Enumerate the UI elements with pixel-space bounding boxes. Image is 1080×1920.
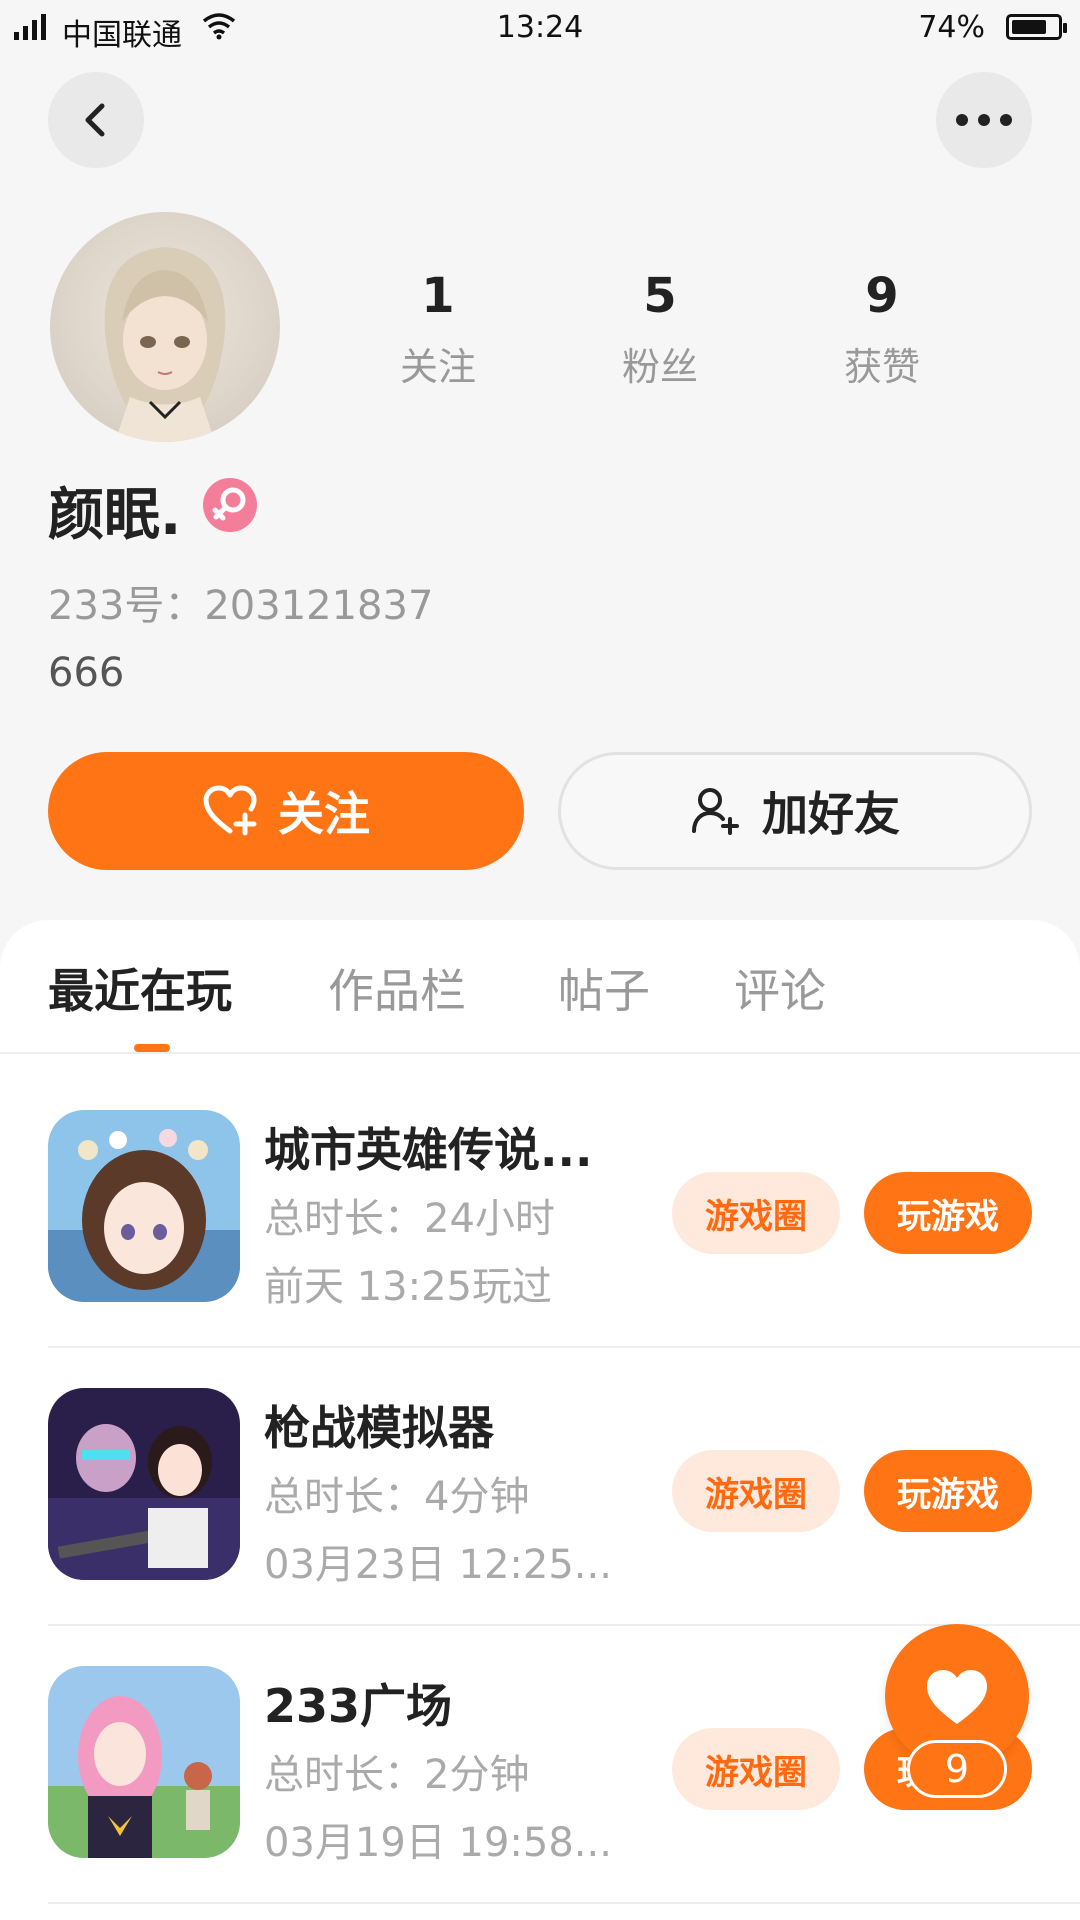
stat-following-count: 1: [421, 268, 455, 324]
game-last-played: 前天 13:25玩过: [264, 1264, 552, 1310]
more-button[interactable]: [936, 72, 1032, 168]
tab-comments[interactable]: 评论: [734, 955, 826, 1021]
follow-button-label: 关注: [278, 787, 370, 841]
game-title: 城市英雄传说...: [264, 1123, 593, 1177]
tab-bar: 最近在玩 作品栏 帖子 评论: [0, 955, 1080, 1055]
game-duration: 总时长：24小时: [264, 1196, 555, 1242]
stat-fans-count: 5: [643, 268, 677, 324]
heart-plus-icon: [203, 785, 257, 836]
stat-fans-label: 粉丝: [621, 345, 698, 389]
game-duration: 总时长：2分钟: [264, 1752, 530, 1798]
status-bar: 中国联通 13:24 74%: [0, 0, 1080, 56]
user-id: 233号：203121837: [48, 583, 434, 629]
stat-likes[interactable]: 9 获赞: [792, 268, 972, 391]
row-divider: [48, 1902, 1080, 1904]
add-friend-button-label: 加好友: [762, 787, 900, 841]
add-friend-button[interactable]: 加好友: [558, 752, 1032, 870]
game-title: 233广场: [264, 1679, 453, 1733]
tab-divider: [0, 1052, 1080, 1054]
tab-posts[interactable]: 帖子: [558, 955, 650, 1021]
tab-recent-played[interactable]: 最近在玩: [48, 955, 232, 1021]
stat-following-label: 关注: [399, 345, 476, 389]
game-icon[interactable]: [48, 1666, 240, 1858]
battery-percent: 74%: [918, 10, 985, 45]
chevron-left-icon: [85, 103, 105, 137]
game-circle-button[interactable]: 游戏圈: [672, 1728, 840, 1810]
game-circle-button[interactable]: 游戏圈: [672, 1172, 840, 1254]
game-icon[interactable]: [48, 1388, 240, 1580]
game-circle-button[interactable]: 游戏圈: [672, 1450, 840, 1532]
back-button[interactable]: [48, 72, 144, 168]
avatar[interactable]: [50, 212, 280, 442]
play-game-button[interactable]: 玩游戏: [864, 1172, 1032, 1254]
stat-likes-count: 9: [865, 268, 899, 324]
stat-likes-label: 获赞: [843, 345, 920, 389]
game-last-played: 03月23日 12:25...: [264, 1542, 612, 1588]
game-duration: 总时长：4分钟: [264, 1474, 530, 1520]
female-gender-icon: [203, 478, 257, 532]
battery-icon: [1006, 14, 1067, 40]
stat-following[interactable]: 1 关注: [348, 268, 528, 391]
more-dots-icon: [956, 114, 1012, 126]
avatar-illustration: [104, 247, 226, 442]
game-row[interactable]: 枪战模拟器 总时长：4分钟 03月23日 12:25... 游戏圈 玩游戏: [0, 1348, 1080, 1626]
play-game-button[interactable]: 玩游戏: [864, 1450, 1032, 1532]
nickname: 颜眠.: [48, 483, 182, 548]
stat-fans[interactable]: 5 粉丝: [570, 268, 750, 391]
game-icon[interactable]: [48, 1110, 240, 1302]
follow-button[interactable]: 关注: [48, 752, 524, 870]
game-row[interactable]: 城市英雄传说... 总时长：24小时 前天 13:25玩过 游戏圈 玩游戏: [0, 1070, 1080, 1348]
add-user-icon: [692, 788, 739, 835]
tab-works[interactable]: 作品栏: [328, 955, 466, 1021]
like-count-badge: 9: [907, 1740, 1007, 1798]
tab-indicator: [134, 1044, 170, 1052]
bio: 666: [48, 650, 125, 696]
game-last-played: 03月19日 19:58...: [264, 1820, 612, 1866]
game-title: 枪战模拟器: [264, 1401, 494, 1455]
